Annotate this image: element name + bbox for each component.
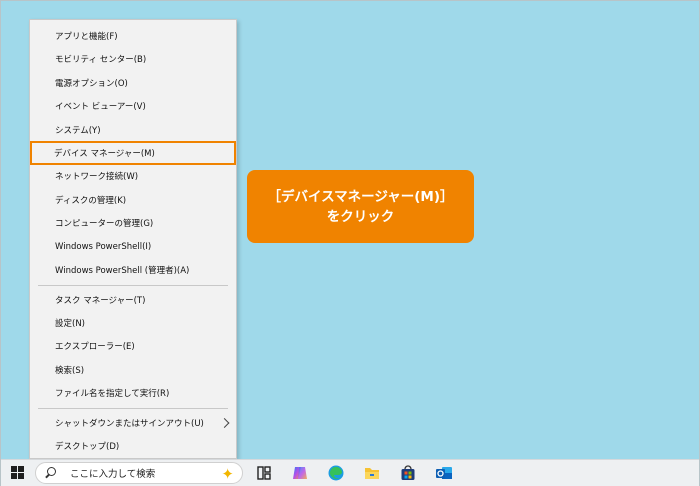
menu-item-settings[interactable]: 設定(N) bbox=[30, 312, 236, 334]
menu-item-event-viewer[interactable]: イベント ビューアー(V) bbox=[30, 95, 236, 117]
menu-item-computer-management[interactable]: コンピューターの管理(G) bbox=[30, 212, 236, 234]
menu-item-label: ディスクの管理(K) bbox=[55, 196, 127, 206]
menu-item-label: タスク マネージャー(T) bbox=[55, 296, 146, 306]
menu-item-label: ネットワーク接続(W) bbox=[55, 172, 139, 182]
menu-item-run[interactable]: ファイル名を指定して実行(R) bbox=[30, 382, 236, 404]
menu-item-label: イベント ビューアー(V) bbox=[55, 102, 146, 112]
menu-item-label: Windows PowerShell (管理者)(A) bbox=[55, 266, 190, 276]
menu-item-label: 電源オプション(O) bbox=[55, 79, 128, 89]
menu-item-label: システム(Y) bbox=[55, 126, 101, 136]
menu-item-label: シャットダウンまたはサインアウト(U) bbox=[55, 419, 204, 429]
start-context-menu: アプリと機能(F) モビリティ センター(B) 電源オプション(O) イベント … bbox=[29, 19, 237, 459]
menu-item-network-connections[interactable]: ネットワーク接続(W) bbox=[30, 165, 236, 187]
menu-item-label: 検索(S) bbox=[55, 366, 85, 376]
menu-item-label: Windows PowerShell(I) bbox=[55, 242, 152, 252]
menu-item-label: デスクトップ(D) bbox=[55, 442, 120, 452]
menu-separator bbox=[38, 285, 228, 286]
menu-item-shutdown-signout[interactable]: シャットダウンまたはサインアウト(U) bbox=[30, 412, 236, 434]
menu-item-device-manager[interactable]: デバイス マネージャー(M) bbox=[30, 141, 236, 165]
taskbar: ここに入力して検索 ✦ bbox=[1, 459, 699, 486]
copilot-icon[interactable] bbox=[291, 464, 309, 482]
callout-line-1: ［デバイスマネージャー(M)］ bbox=[267, 188, 454, 205]
search-icon bbox=[44, 467, 56, 479]
taskbar-search-box[interactable]: ここに入力して検索 ✦ bbox=[35, 462, 243, 484]
outlook-icon[interactable] bbox=[435, 464, 453, 482]
menu-item-apps-features[interactable]: アプリと機能(F) bbox=[30, 25, 236, 47]
menu-item-desktop[interactable]: デスクトップ(D) bbox=[30, 435, 236, 457]
callout-line-2: をクリック bbox=[326, 208, 395, 225]
instruction-callout: ［デバイスマネージャー(M)］ をクリック bbox=[247, 170, 474, 243]
menu-item-powershell-admin[interactable]: Windows PowerShell (管理者)(A) bbox=[30, 259, 236, 281]
menu-item-search[interactable]: 検索(S) bbox=[30, 359, 236, 381]
menu-item-label: デバイス マネージャー(M) bbox=[54, 149, 155, 159]
menu-item-disk-management[interactable]: ディスクの管理(K) bbox=[30, 189, 236, 211]
search-placeholder: ここに入力して検索 bbox=[70, 469, 156, 480]
file-explorer-icon[interactable] bbox=[363, 464, 381, 482]
chevron-right-icon bbox=[219, 418, 230, 428]
menu-item-power-options[interactable]: 電源オプション(O) bbox=[30, 72, 236, 94]
menu-item-label: ファイル名を指定して実行(R) bbox=[55, 389, 170, 399]
menu-separator bbox=[38, 408, 228, 409]
menu-item-label: 設定(N) bbox=[55, 319, 85, 329]
menu-item-mobility-center[interactable]: モビリティ センター(B) bbox=[30, 48, 236, 70]
menu-item-system[interactable]: システム(Y) bbox=[30, 119, 236, 141]
task-view-icon[interactable] bbox=[255, 464, 273, 482]
microsoft-store-icon[interactable] bbox=[399, 464, 417, 482]
edge-icon[interactable] bbox=[327, 464, 345, 482]
windows-start-icon[interactable] bbox=[11, 466, 25, 480]
menu-item-task-manager[interactable]: タスク マネージャー(T) bbox=[30, 289, 236, 311]
menu-item-explorer[interactable]: エクスプローラー(E) bbox=[30, 335, 236, 357]
menu-item-powershell[interactable]: Windows PowerShell(I) bbox=[30, 236, 236, 258]
menu-item-label: コンピューターの管理(G) bbox=[55, 219, 154, 229]
copilot-sparkle-icon[interactable]: ✦ bbox=[221, 465, 234, 483]
menu-item-label: アプリと機能(F) bbox=[55, 32, 118, 42]
menu-item-label: モビリティ センター(B) bbox=[55, 55, 147, 65]
menu-item-label: エクスプローラー(E) bbox=[55, 342, 135, 352]
